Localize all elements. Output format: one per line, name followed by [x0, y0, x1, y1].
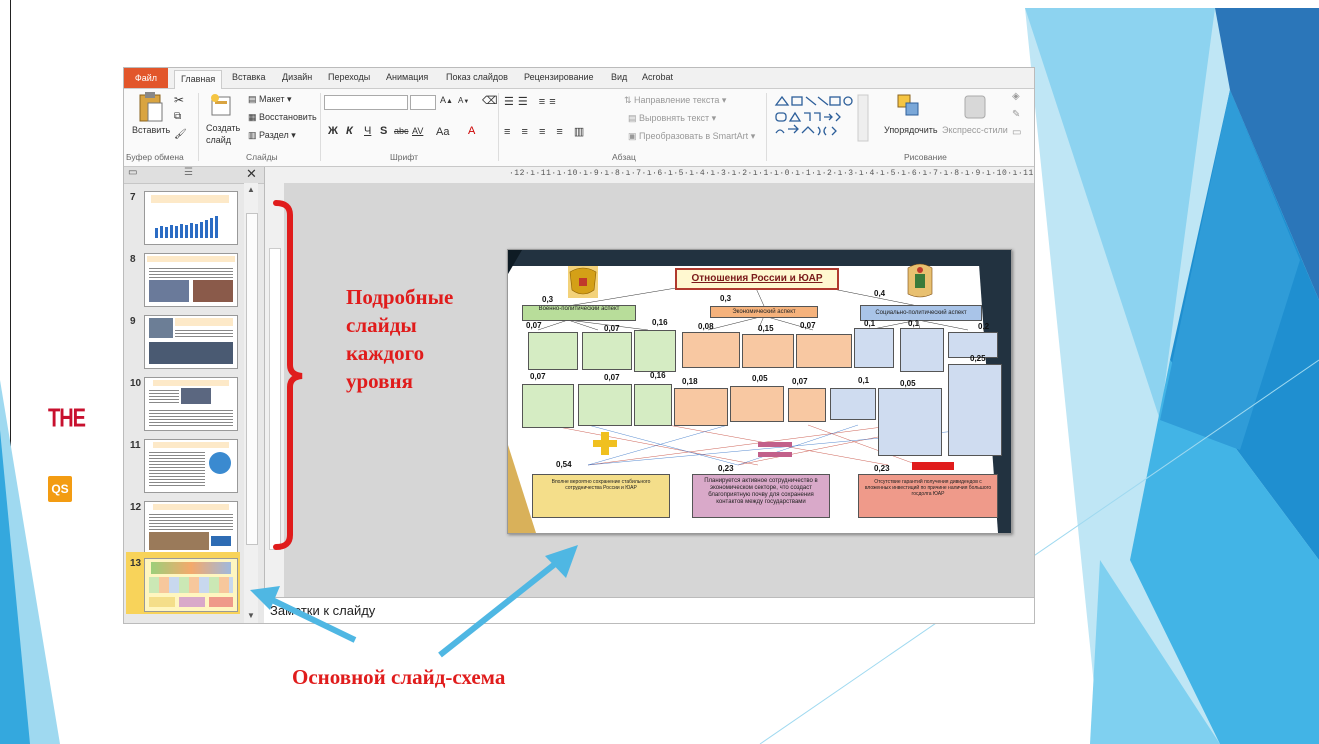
arrow-to-thumbnail-icon [250, 586, 357, 643]
presentation-slide: THE QS Файл Главная Вставка Дизайн Перех… [0, 0, 1319, 744]
annotation-line: Подробные [346, 285, 454, 309]
main-scheme-annotation: Основной слайд-схема [292, 665, 506, 689]
annotation-line: каждого [346, 341, 425, 365]
arrow-to-slide-icon [438, 545, 578, 658]
red-bracket-icon [273, 200, 303, 550]
annotation-line: уровня [346, 369, 413, 393]
annotation-line: слайды [346, 313, 417, 337]
detail-slides-annotation: Подробные слайды каждого уровня [346, 283, 453, 395]
annotation-overlay [250, 200, 578, 658]
